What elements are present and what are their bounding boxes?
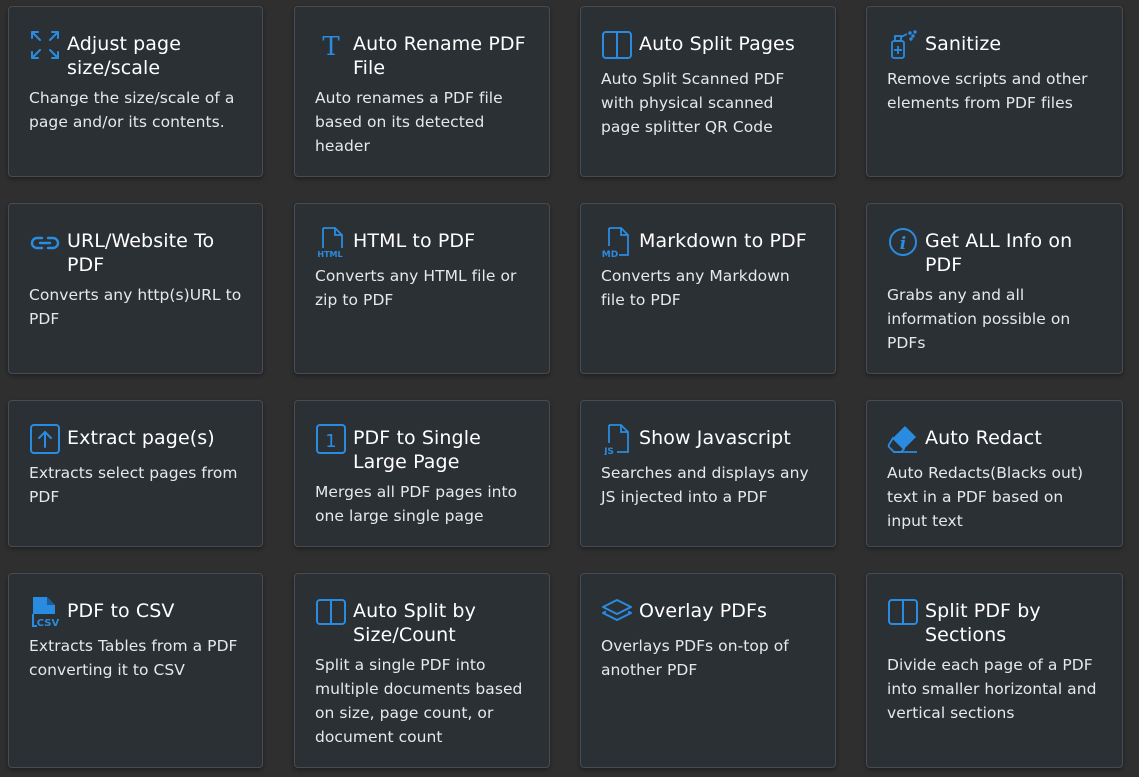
card-header: i Get ALL Info on PDF (887, 224, 1102, 277)
tool-card-split-pdf-sections[interactable]: Split PDF by Sections Divide each page o… (866, 573, 1123, 768)
card-description: Converts any HTML file or zip to PDF (315, 267, 517, 309)
tool-card-auto-rename[interactable]: T Auto Rename PDF File Auto renames a PD… (294, 6, 550, 177)
svg-text:JS: JS (603, 447, 614, 455)
card-title: Split PDF by Sections (925, 600, 1041, 646)
tool-card-auto-redact[interactable]: Auto Redact Auto Redacts(Blacks out) tex… (866, 400, 1123, 547)
card-description: Split a single PDF into multiple documen… (315, 656, 523, 746)
card-title: PDF to CSV (67, 600, 175, 622)
card-header: CSV PDF to CSV (29, 594, 242, 628)
card-description: Divide each page of a PDF into smaller h… (887, 656, 1097, 722)
card-description: Searches and displays any JS injected in… (601, 464, 809, 506)
card-title: Auto Split Pages (639, 33, 795, 55)
card-title: Overlay PDFs (639, 600, 768, 622)
card-description: Extracts Tables from a PDF converting it… (29, 637, 238, 679)
card-title: Sanitize (925, 33, 1002, 55)
svg-text:HTML: HTML (317, 250, 342, 258)
tool-card-adjust-page-scale[interactable]: Adjust page size/scale Change the size/s… (8, 6, 263, 177)
svg-text:i: i (900, 234, 906, 254)
single-page-1-icon: 1 (315, 423, 347, 455)
tools-grid: Adjust page size/scale Change the size/s… (0, 0, 1139, 777)
tool-card-pdf-to-single-page[interactable]: 1 PDF to Single Large Page Merges all PD… (294, 400, 550, 547)
card-description: Grabs any and all information possible o… (887, 286, 1071, 352)
card-header: URL/Website To PDF (29, 224, 242, 277)
layers-icon (601, 596, 633, 628)
js-file-icon: JS (601, 423, 633, 455)
tool-card-show-javascript[interactable]: JS Show Javascript Searches and displays… (580, 400, 836, 547)
card-description: Remove scripts and other elements from P… (887, 70, 1088, 112)
card-title: HTML to PDF (353, 230, 476, 252)
card-description: Change the size/scale of a page and/or i… (29, 89, 235, 131)
card-title: Auto Redact (925, 427, 1042, 449)
card-description: Extracts select pages from PDF (29, 464, 238, 506)
card-header: MD Markdown to PDF (601, 224, 815, 258)
tool-card-markdown-to-pdf[interactable]: MD Markdown to PDF Converts any Markdown… (580, 203, 836, 374)
split-sections-icon (887, 596, 919, 628)
card-header: Auto Split by Size/Count (315, 594, 529, 647)
card-title: Auto Split by Size/Count (353, 600, 476, 646)
split-page-icon (601, 29, 633, 61)
card-title: URL/Website To PDF (67, 230, 215, 276)
card-header: HTML HTML to PDF (315, 224, 529, 258)
tool-card-extract-pages[interactable]: Extract page(s) Extracts select pages fr… (8, 400, 263, 547)
card-title: Markdown to PDF (639, 230, 807, 252)
arrows-expand-icon (29, 29, 61, 61)
card-title: Show Javascript (639, 427, 791, 449)
card-description: Merges all PDF pages into one large sing… (315, 483, 518, 525)
card-header: Split PDF by Sections (887, 594, 1102, 647)
html-file-icon: HTML (315, 226, 347, 258)
eraser-icon (887, 423, 919, 455)
card-title: Extract page(s) (67, 427, 215, 449)
tool-card-get-info[interactable]: i Get ALL Info on PDF Grabs any and all … (866, 203, 1123, 374)
card-header: Extract page(s) (29, 421, 242, 455)
tool-card-pdf-to-csv[interactable]: CSV PDF to CSV Extracts Tables from a PD… (8, 573, 263, 768)
split-layout-icon (315, 596, 347, 628)
tool-card-overlay-pdfs[interactable]: Overlay PDFs Overlays PDFs on-top of ano… (580, 573, 836, 768)
info-circle-icon: i (887, 226, 919, 258)
text-t-icon: T (315, 29, 347, 61)
card-header: Auto Redact (887, 421, 1102, 455)
link-icon (29, 226, 61, 258)
card-description: Converts any Markdown file to PDF (601, 267, 790, 309)
csv-file-icon: CSV (29, 596, 61, 628)
sanitize-spray-icon (887, 29, 919, 61)
tool-card-auto-split-size-count[interactable]: Auto Split by Size/Count Split a single … (294, 573, 550, 768)
card-description: Auto renames a PDF file based on its det… (315, 89, 503, 155)
tool-card-auto-split-pages[interactable]: Auto Split Pages Auto Split Scanned PDF … (580, 6, 836, 177)
card-header: Auto Split Pages (601, 27, 815, 61)
markdown-file-icon: MD (601, 226, 633, 258)
svg-text:MD: MD (602, 250, 618, 258)
card-description: Converts any http(s)URL to PDF (29, 286, 242, 328)
card-description: Overlays PDFs on-top of another PDF (601, 637, 789, 679)
card-header: JS Show Javascript (601, 421, 815, 455)
tool-card-url-to-pdf[interactable]: URL/Website To PDF Converts any http(s)U… (8, 203, 263, 374)
card-description: Auto Split Scanned PDF with physical sca… (601, 70, 785, 136)
tool-card-html-to-pdf[interactable]: HTML HTML to PDF Converts any HTML file … (294, 203, 550, 374)
card-title: Auto Rename PDF File (353, 33, 526, 79)
card-header: 1 PDF to Single Large Page (315, 421, 529, 474)
card-header: Adjust page size/scale (29, 27, 242, 80)
svg-text:1: 1 (325, 431, 336, 452)
card-header: T Auto Rename PDF File (315, 27, 529, 80)
card-title: PDF to Single Large Page (353, 427, 481, 473)
svg-text:T: T (322, 32, 340, 61)
card-title: Get ALL Info on PDF (925, 230, 1073, 276)
card-header: Overlay PDFs (601, 594, 815, 628)
card-description: Auto Redacts(Blacks out) text in a PDF b… (887, 464, 1084, 530)
card-title: Adjust page size/scale (67, 33, 181, 79)
tool-card-sanitize[interactable]: Sanitize Remove scripts and other elemen… (866, 6, 1123, 177)
card-header: Sanitize (887, 27, 1102, 61)
extract-arrow-up-icon (29, 423, 61, 455)
svg-text:CSV: CSV (37, 618, 60, 628)
